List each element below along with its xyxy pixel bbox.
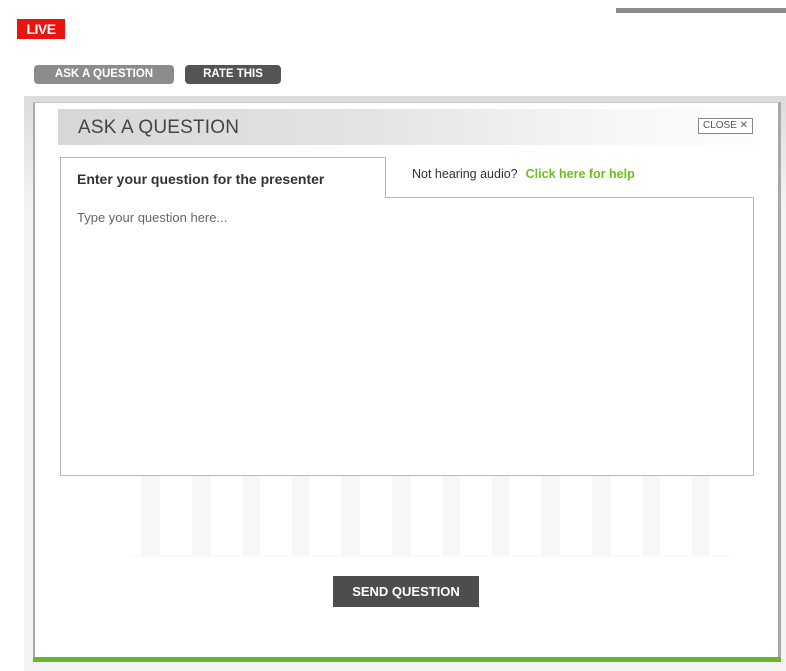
- bg-bar: [192, 475, 210, 555]
- question-tab[interactable]: Enter your question for the presenter: [60, 157, 386, 198]
- bg-bar: [592, 475, 610, 555]
- bg-bar: [692, 475, 710, 555]
- audio-prompt: Not hearing audio?: [412, 167, 518, 181]
- topbar-line: [616, 8, 786, 13]
- bg-bar: [642, 475, 660, 555]
- modal-title: ASK A QUESTION: [78, 117, 240, 138]
- live-badge: LIVE: [17, 19, 65, 39]
- bg-bar: [142, 475, 160, 555]
- help-link[interactable]: Click here for help: [526, 167, 635, 181]
- bg-bar: [492, 475, 510, 555]
- bg-bar: [242, 475, 260, 555]
- close-button[interactable]: CLOSE ✕: [698, 118, 754, 134]
- background-chart: [130, 475, 730, 557]
- send-question-button[interactable]: SEND QUESTION: [333, 576, 479, 607]
- bg-bar: [342, 475, 360, 555]
- question-input[interactable]: [61, 198, 753, 475]
- bg-bar: [542, 475, 560, 555]
- rate-this-tab[interactable]: RATE THIS: [185, 65, 281, 84]
- modal-header: ASK A QUESTION CLOSE ✕: [58, 109, 758, 145]
- bg-bar: [392, 475, 410, 555]
- audio-help: Not hearing audio? Click here for help: [412, 167, 635, 181]
- ask-question-tab[interactable]: ASK A QUESTION: [34, 65, 174, 84]
- question-tab-label: Enter your question for the presenter: [77, 171, 325, 187]
- bg-bar: [292, 475, 310, 555]
- question-box: [60, 197, 754, 476]
- bg-bar: [442, 475, 460, 555]
- panel-accent-bar: [33, 657, 781, 662]
